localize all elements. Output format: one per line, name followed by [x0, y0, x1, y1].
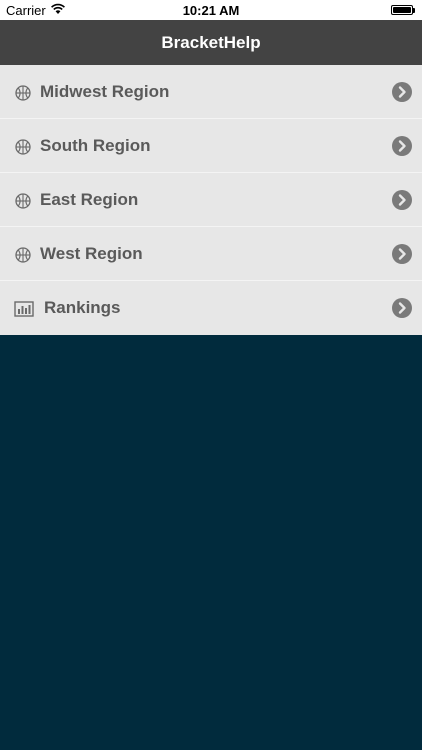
bar-chart-icon — [14, 301, 34, 317]
menu-item-south-region[interactable]: South Region — [0, 119, 422, 173]
basketball-icon — [15, 193, 31, 209]
menu-item-label: East Region — [40, 190, 139, 209]
battery-icon — [391, 5, 415, 15]
content-area — [0, 336, 422, 750]
menu-item-label: Midwest Region — [40, 82, 170, 101]
menu-item-west-region[interactable]: West Region — [0, 227, 422, 281]
menu-item-label: South Region — [40, 136, 151, 155]
chevron-right-icon — [392, 136, 412, 156]
chevron-right-icon — [392, 244, 412, 264]
nav-bar: BracketHelp — [0, 20, 422, 65]
basketball-icon — [15, 247, 31, 263]
chevron-right-icon — [392, 298, 412, 318]
chevron-right-icon — [392, 82, 412, 102]
basketball-icon — [15, 139, 31, 155]
app-title: BracketHelp — [161, 33, 261, 52]
menu-item-label: Rankings — [44, 298, 121, 317]
menu-item-midwest-region[interactable]: Midwest Region — [0, 65, 422, 119]
basketball-icon — [15, 85, 31, 101]
region-menu: Midwest Region South Region East Region — [0, 65, 422, 335]
status-bar: Carrier 10:21 AM — [0, 0, 422, 20]
menu-item-label: West Region — [40, 244, 143, 263]
chevron-right-icon — [392, 190, 412, 210]
menu-item-east-region[interactable]: East Region — [0, 173, 422, 227]
menu-item-rankings[interactable]: Rankings — [0, 281, 422, 335]
status-time: 10:21 AM — [182, 3, 240, 18]
